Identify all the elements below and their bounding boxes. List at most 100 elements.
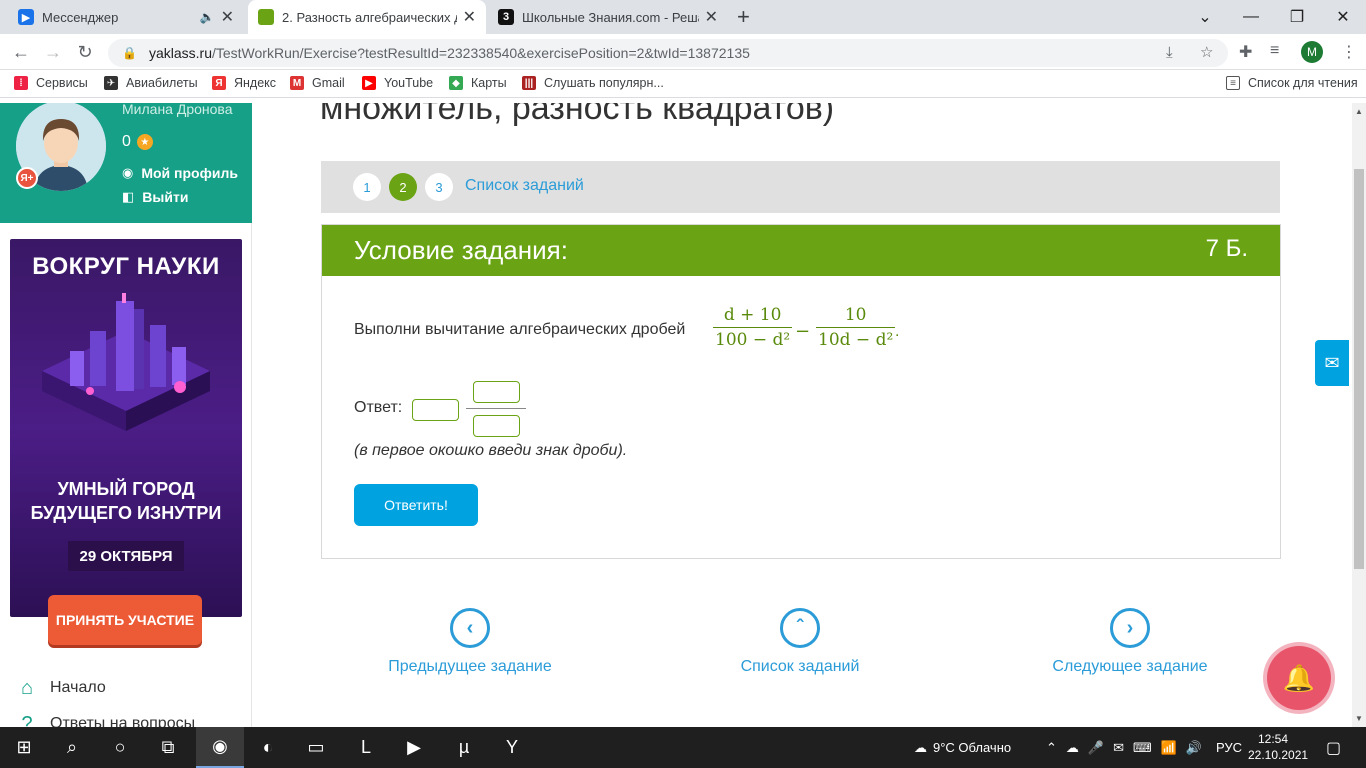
install-icon[interactable]: ⤓ (1166, 39, 1173, 67)
star-icon: ★ (136, 134, 153, 150)
banner-subtitle: УМНЫЙ ГОРОД БУДУЩЕГО ИЗНУТРИ (10, 477, 242, 525)
submit-answer-button[interactable]: Ответить! (354, 484, 478, 526)
forward-button[interactable]: → (42, 42, 64, 62)
close-window-button[interactable]: ✕ (1320, 0, 1366, 34)
bookmark-star-icon[interactable]: ☆ (1200, 39, 1213, 67)
file-explorer-icon[interactable]: ▭ (292, 727, 340, 768)
sidebar-item-answers[interactable]: ? Ответы на вопросы (16, 712, 196, 728)
tab-znania[interactable]: 3 Школьные Знания.com - Решае ✕ (488, 0, 728, 34)
bookmark-maps[interactable]: ◆ Карты (449, 76, 507, 90)
question-icon: ? (21, 712, 33, 728)
close-tab-icon[interactable]: ✕ (463, 7, 476, 27)
task-list-nav[interactable]: ˆ Список заданий (700, 608, 900, 676)
music-icon: ||| (522, 76, 536, 90)
bookmark-aviabilety[interactable]: ✈ Авиабилеты (104, 76, 198, 90)
task-list-label[interactable]: Список заданий (700, 658, 900, 676)
yaklass-plus-badge: Я+ (16, 167, 38, 189)
scroll-down-icon[interactable]: ▼ (1355, 714, 1363, 723)
notifications-icon[interactable]: ▢ (1326, 727, 1341, 768)
question-period: . (895, 323, 900, 340)
back-button[interactable]: ← (10, 42, 32, 62)
scrollbar-thumb[interactable] (1354, 169, 1364, 569)
task-header: Условие задания: 7 Б. (322, 225, 1280, 276)
weather-widget[interactable]: ☁ 9°C Облачно (914, 727, 1011, 768)
page-scrollbar[interactable]: ▲ ▼ (1352, 103, 1366, 727)
step-1[interactable]: 1 (353, 173, 381, 201)
logout-link[interactable]: ◧ Выйти (122, 189, 188, 205)
lingvo-icon[interactable]: L (342, 727, 390, 768)
url-path: /TestWorkRun/Exercise?testResultId=23233… (211, 45, 750, 61)
task-list-link[interactable]: Список заданий (465, 177, 584, 195)
mail-icon[interactable]: ✉ (1315, 340, 1349, 386)
profile-icon: ◉ (122, 165, 134, 180)
sidebar-item-label: Ответы на вопросы (50, 715, 196, 727)
address-bar-row: ← → ↻ 🔒 yaklass.ru/TestWorkRun/Exercise?… (0, 34, 1366, 70)
task-question: Выполни вычитание алгебраических дробей (354, 321, 686, 338)
prev-task-nav[interactable]: ‹ Предыдущее задание (370, 608, 570, 676)
extensions-icon[interactable]: ✚ (1239, 42, 1252, 62)
answer-denominator-input[interactable] (473, 415, 520, 437)
user-name[interactable]: Милана Дронова (122, 103, 232, 117)
bookmark-youtube[interactable]: ▶ YouTube (362, 76, 433, 90)
yandex-browser-icon[interactable]: Y (488, 727, 536, 768)
chevron-up-icon[interactable]: ˆ (780, 608, 820, 648)
clock[interactable]: 12:54 22.10.2021 (1248, 731, 1308, 763)
tab-search-icon[interactable]: ⌄ (1182, 0, 1228, 34)
cortana-icon[interactable]: ○ (96, 727, 144, 768)
utorrent-icon[interactable]: µ (440, 727, 488, 768)
scroll-up-icon[interactable]: ▲ (1355, 107, 1363, 116)
chevron-right-icon[interactable]: › (1110, 608, 1150, 648)
reading-list-toggle-icon[interactable]: ≡ (1270, 42, 1279, 60)
profile-avatar[interactable]: M (1301, 41, 1323, 63)
tab-messenger[interactable]: ▶ Мессенджер 🔈 ✕ (8, 0, 244, 34)
fraction-1-numerator: d + 10 (723, 305, 782, 325)
bookmark-yandex[interactable]: Я Яндекс (212, 76, 276, 90)
znania-icon: 3 (498, 9, 514, 25)
speaker-icon[interactable]: 🔈 (200, 10, 215, 24)
tab-yaklass[interactable]: 2. Разность алгебраических дро ✕ (248, 0, 486, 34)
url-input[interactable]: 🔒 yaklass.ru/TestWorkRun/Exercise?testRe… (108, 39, 1228, 67)
gmail-icon: M (290, 76, 304, 90)
task-points: 7 Б. (1205, 235, 1248, 262)
language-indicator[interactable]: РУС (1216, 727, 1242, 768)
task-view-icon[interactable]: ⧉ (144, 727, 192, 768)
zoom-icon[interactable]: ▶ (390, 727, 438, 768)
tab-title: Мессенджер (42, 9, 119, 25)
bookmark-music[interactable]: ||| Слушать популярн... (522, 76, 664, 90)
notification-bell-icon[interactable]: 🔔 (1267, 646, 1331, 710)
step-3[interactable]: 3 (425, 173, 453, 201)
next-task-nav[interactable]: › Следующее задание (1030, 608, 1230, 676)
close-tab-icon[interactable]: ✕ (221, 7, 234, 27)
reload-button[interactable]: ↻ (74, 42, 96, 62)
banner-join-button[interactable]: ПРИНЯТЬ УЧАСТИЕ (48, 595, 202, 645)
edge-icon[interactable]: ◐ (244, 727, 292, 768)
sidebar-item-home[interactable]: ⌂ Начало (16, 677, 106, 699)
cloud-icon: ☁ (914, 739, 927, 755)
chrome-icon[interactable]: ◉ (196, 727, 244, 768)
lock-icon[interactable]: 🔒 (122, 46, 137, 60)
step-2-current[interactable]: 2 (389, 173, 417, 201)
new-tab-button[interactable]: + (737, 6, 750, 28)
bookmark-label: Яндекс (234, 76, 277, 90)
bookmark-label: Карты (471, 76, 507, 90)
bookmark-services[interactable]: ⁞ Сервисы (14, 76, 88, 90)
prev-task-label[interactable]: Предыдущее задание (370, 658, 570, 676)
minimize-button[interactable]: — (1228, 0, 1274, 34)
next-task-label[interactable]: Следующее задание (1030, 658, 1230, 676)
system-tray-icons[interactable]: ⌃☁🎤✉⌨📶🔊 (1046, 727, 1211, 768)
my-profile-link[interactable]: ◉ Мой профиль (122, 165, 238, 181)
task-card: Условие задания: 7 Б. Выполни вычитание … (321, 224, 1281, 559)
menu-icon[interactable]: ⋮ (1341, 42, 1357, 62)
profile-link-label: Мой профиль (141, 165, 238, 181)
tab-title: Школьные Знания.com - Решае (522, 9, 699, 25)
restore-button[interactable]: ❐ (1274, 0, 1320, 34)
answer-numerator-input[interactable] (473, 381, 520, 403)
chevron-left-icon[interactable]: ‹ (450, 608, 490, 648)
bookmark-gmail[interactable]: M Gmail (290, 76, 345, 90)
close-tab-icon[interactable]: ✕ (705, 7, 718, 27)
reading-list[interactable]: ≡ Список для чтения (1226, 76, 1358, 90)
ad-banner[interactable]: ВОКРУГ НАУКИ УМНЫЙ ГОРОД БУДУЩЕГО ИЗНУТРИ… (10, 239, 242, 617)
answer-sign-input[interactable] (412, 399, 459, 421)
search-icon[interactable]: ⌕ (48, 727, 96, 768)
windows-start-icon[interactable]: ⊞ (0, 727, 48, 768)
